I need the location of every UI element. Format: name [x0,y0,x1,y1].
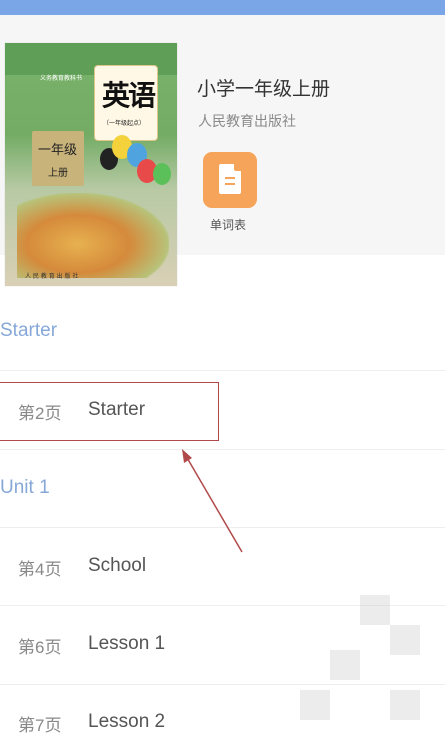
cover-series-label: 义务教育教科书 [40,75,83,82]
section-title: Unit 1 [0,477,50,498]
cover-illustration [17,193,169,278]
page-number: 第4页 [18,560,62,579]
book-cover-image[interactable]: 义务教育教科书 英语 （一年级起点） 一年级 上册 人 民 教 育 出 版 社 [5,43,177,286]
document-line [225,177,235,179]
balloon-icon [153,163,171,185]
lesson-name: Lesson 2 [88,711,166,732]
pixel-watermark [390,690,420,720]
lesson-row[interactable]: 第7页 Lesson 2 [0,685,445,750]
top-bar [0,0,445,15]
cover-grade-box: 一年级 上册 [32,131,84,186]
section-title: Starter [0,320,58,341]
book-publisher: 人民教育出版社 [198,113,296,129]
section-header-starter: Starter [0,300,445,371]
cover-title: 英语 [102,79,156,112]
document-icon [219,164,241,194]
pixel-watermark [330,650,360,680]
lesson-name: School [88,555,147,576]
section-header-unit-1: Unit 1 [0,450,445,528]
pixel-watermark [300,690,330,720]
page-number: 第7页 [18,716,62,735]
book-title: 小学一年级上册 [197,79,331,100]
cover-grade: 一年级 [38,143,78,158]
pixel-watermark [390,625,420,655]
document-line [225,183,235,185]
cover-subtitle: （一年级起点） [103,120,146,127]
cover-volume: 上册 [48,168,68,179]
annotation-highlight-box [0,382,219,441]
pixel-watermark [360,595,390,625]
vocabulary-label[interactable]: 单词表 [210,216,246,233]
vocabulary-button[interactable] [203,152,257,208]
cover-title-box: 英语 （一年级起点） [94,65,158,141]
lesson-name: Lesson 1 [88,633,166,654]
page-number: 第6页 [18,638,62,657]
cover-publisher: 人 民 教 育 出 版 社 [25,273,79,280]
